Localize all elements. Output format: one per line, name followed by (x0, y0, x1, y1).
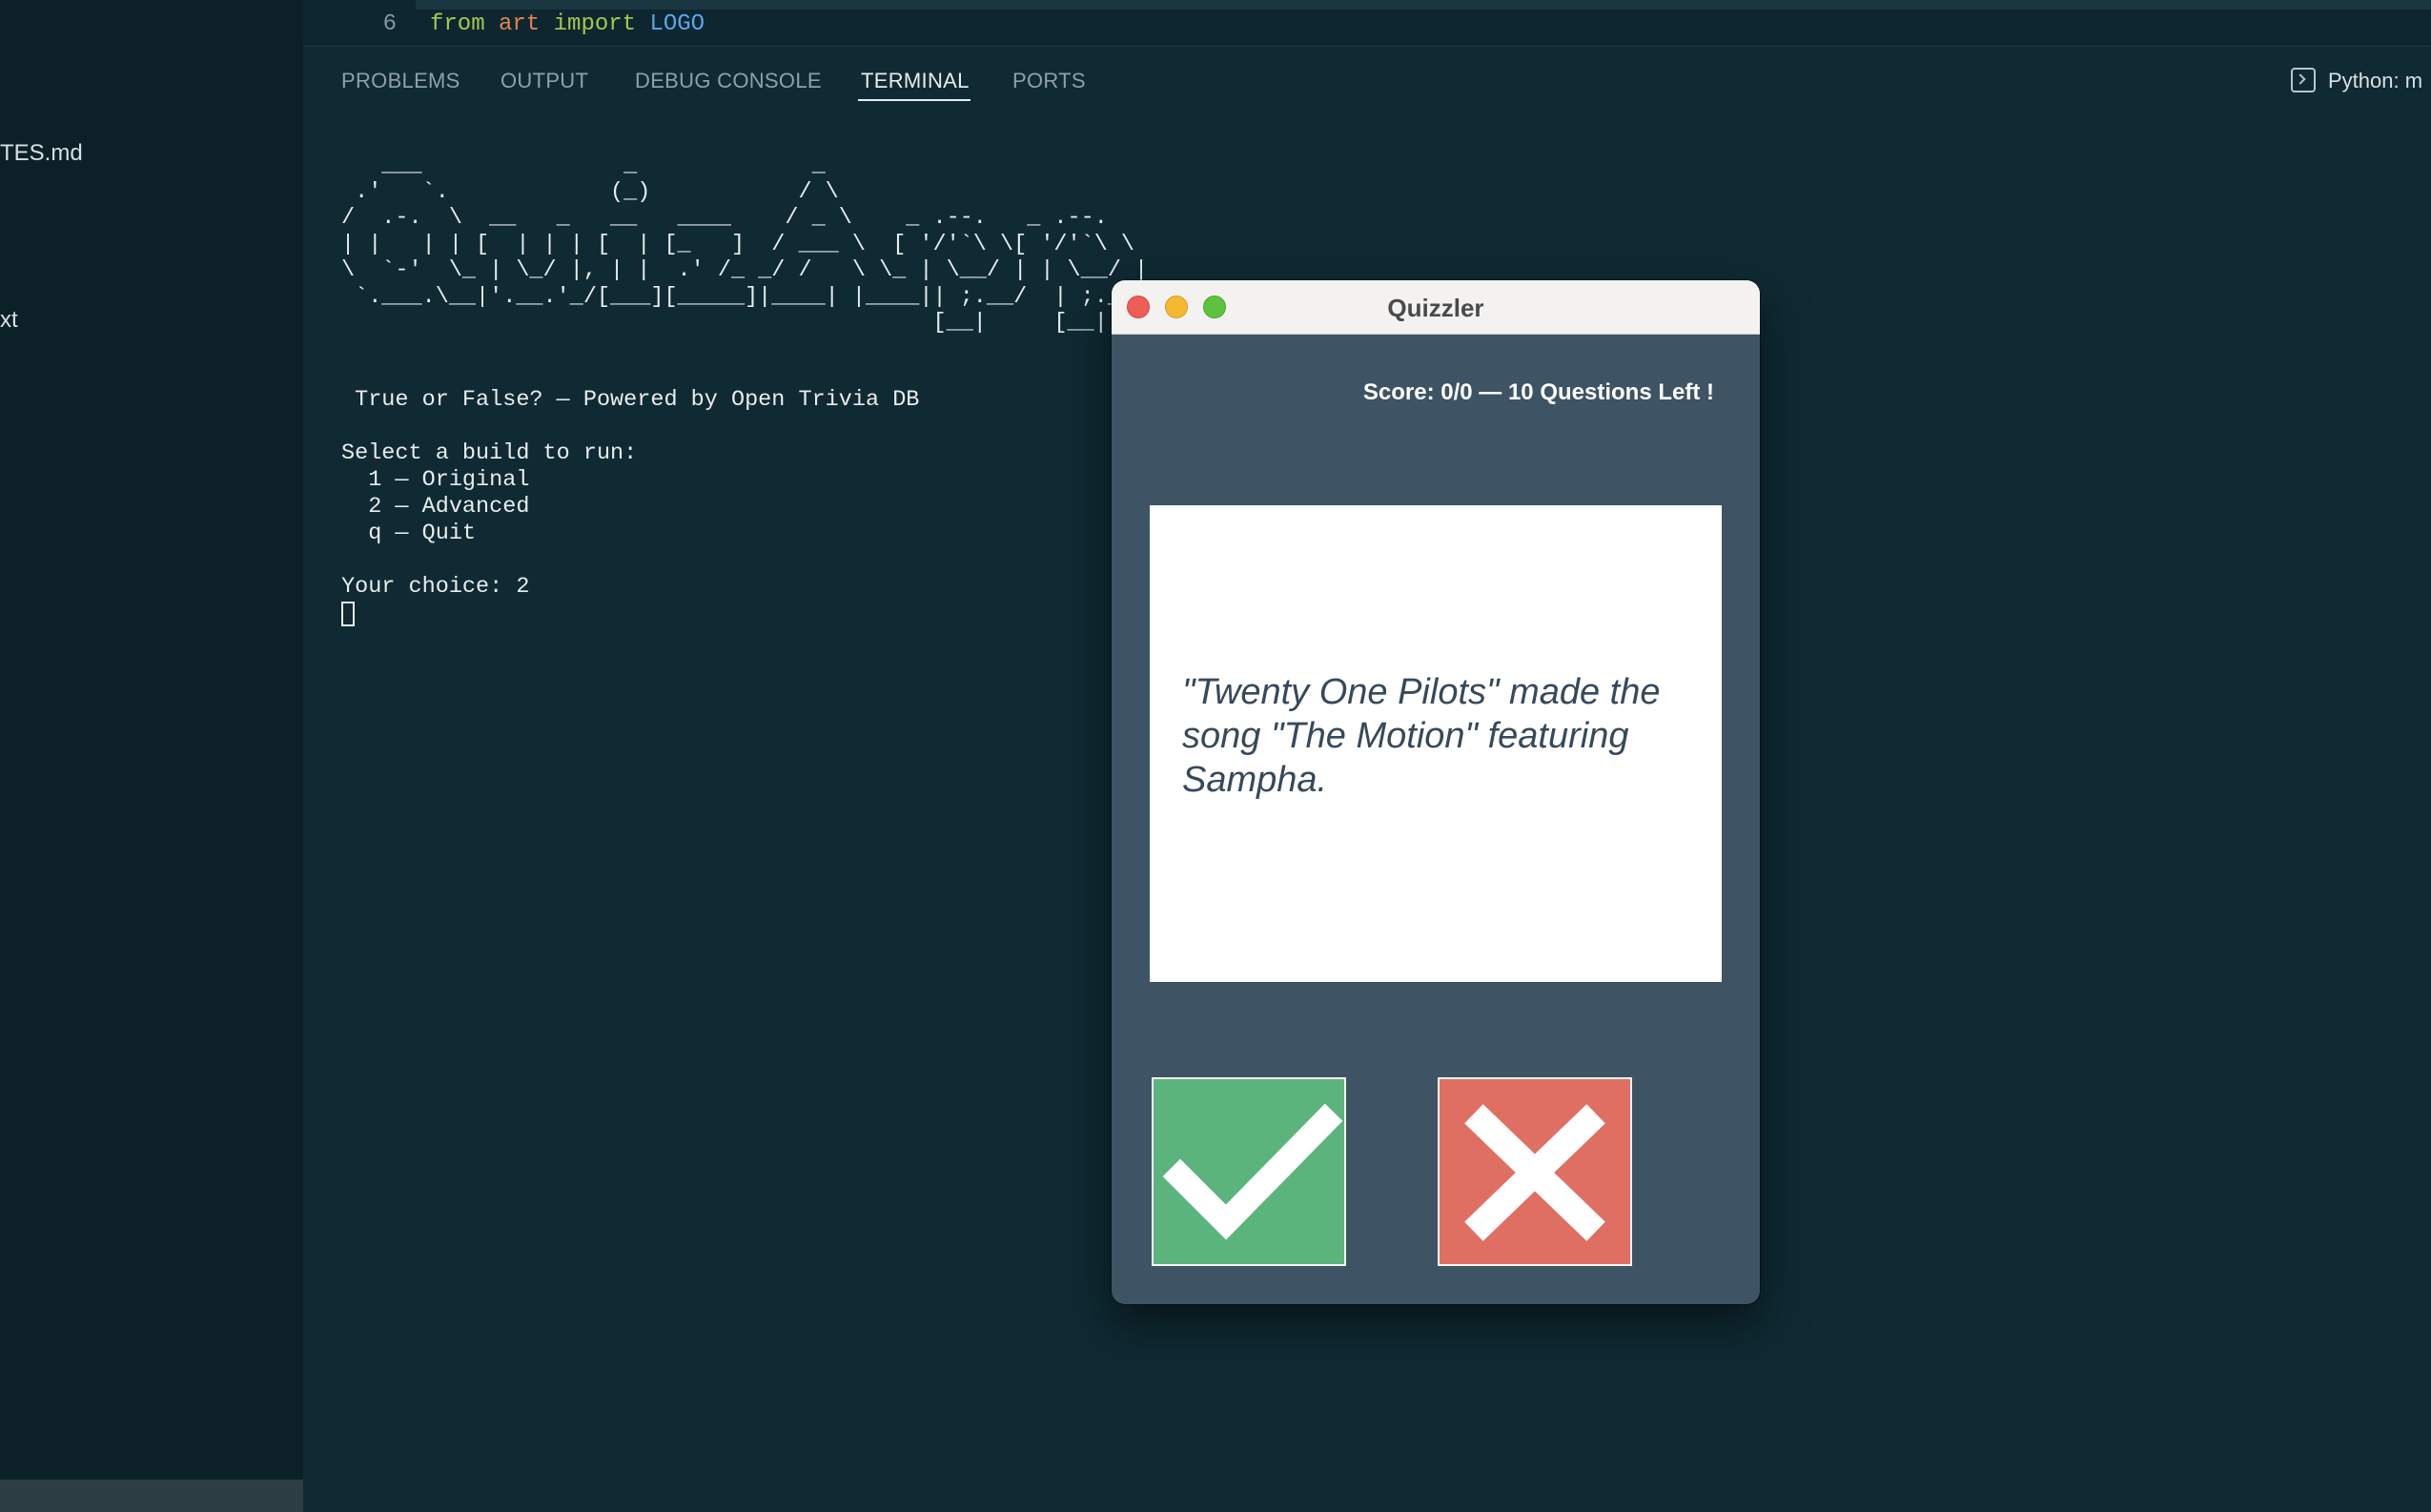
sidebar-horizontal-scrollbar[interactable] (0, 1480, 303, 1512)
sidebar-file-item[interactable]: TES.md (0, 140, 83, 167)
imported-name: LOGO (649, 11, 705, 37)
code-statement: from art import LOGO (430, 11, 705, 37)
panel-tab-bar: PROBLEMS OUTPUT DEBUG CONSOLE TERMINAL P… (303, 48, 2431, 105)
terminal-menu-option: q — Quit (341, 521, 477, 546)
tab-debug-console[interactable]: DEBUG CONSOLE (635, 69, 822, 93)
module-name: art (499, 11, 541, 37)
terminal-menu-prompt: Select a build to run: (341, 440, 638, 466)
terminal-cursor[interactable] (341, 602, 355, 626)
terminal-choice-line: Your choice: 2 (341, 574, 530, 600)
keyword-from: from (430, 11, 485, 37)
tab-ports[interactable]: PORTS (1012, 69, 1086, 93)
editor-code-line[interactable]: 6 from art import LOGO (303, 0, 2431, 47)
current-line-highlight (416, 0, 2431, 10)
quizzler-window: Quizzler Score: 0/0 — 10 Questions Left … (1112, 280, 1760, 1304)
keyword-import: import (553, 11, 637, 37)
cross-icon (1464, 1104, 1605, 1241)
explorer-sidebar: TES.md xt (0, 0, 303, 1512)
check-icon (1162, 1103, 1343, 1240)
window-titlebar[interactable]: Quizzler (1112, 280, 1760, 335)
true-button[interactable] (1152, 1077, 1346, 1266)
window-title: Quizzler (1387, 294, 1484, 322)
terminal-subtitle: True or False? — Powered by Open Trivia … (341, 387, 920, 413)
tab-problems[interactable]: PROBLEMS (341, 69, 460, 93)
terminal-icon[interactable] (2291, 68, 2316, 92)
tab-terminal[interactable]: TERMINAL (861, 69, 970, 93)
terminal-menu-option: 2 — Advanced (341, 494, 530, 520)
active-tab-indicator (858, 99, 970, 101)
score-label: Score: 0/0 — 10 Questions Left ! (1362, 379, 1714, 405)
ascii-logo: ___ _ _ .' `. (_) / \ / .-. \ __ _ __ __… (341, 153, 1149, 336)
terminal-menu-option: 1 — Original (341, 467, 530, 493)
terminal-profile-label[interactable]: Python: m (2328, 69, 2422, 93)
sidebar-file-item[interactable]: xt (0, 307, 18, 334)
false-button[interactable] (1438, 1077, 1632, 1266)
question-text: "Twenty One Pilots" made the song "The M… (1182, 672, 1661, 800)
tab-output[interactable]: OUTPUT (500, 69, 588, 93)
line-number: 6 (382, 11, 397, 37)
question-card: "Twenty One Pilots" made the song "The M… (1150, 505, 1722, 982)
